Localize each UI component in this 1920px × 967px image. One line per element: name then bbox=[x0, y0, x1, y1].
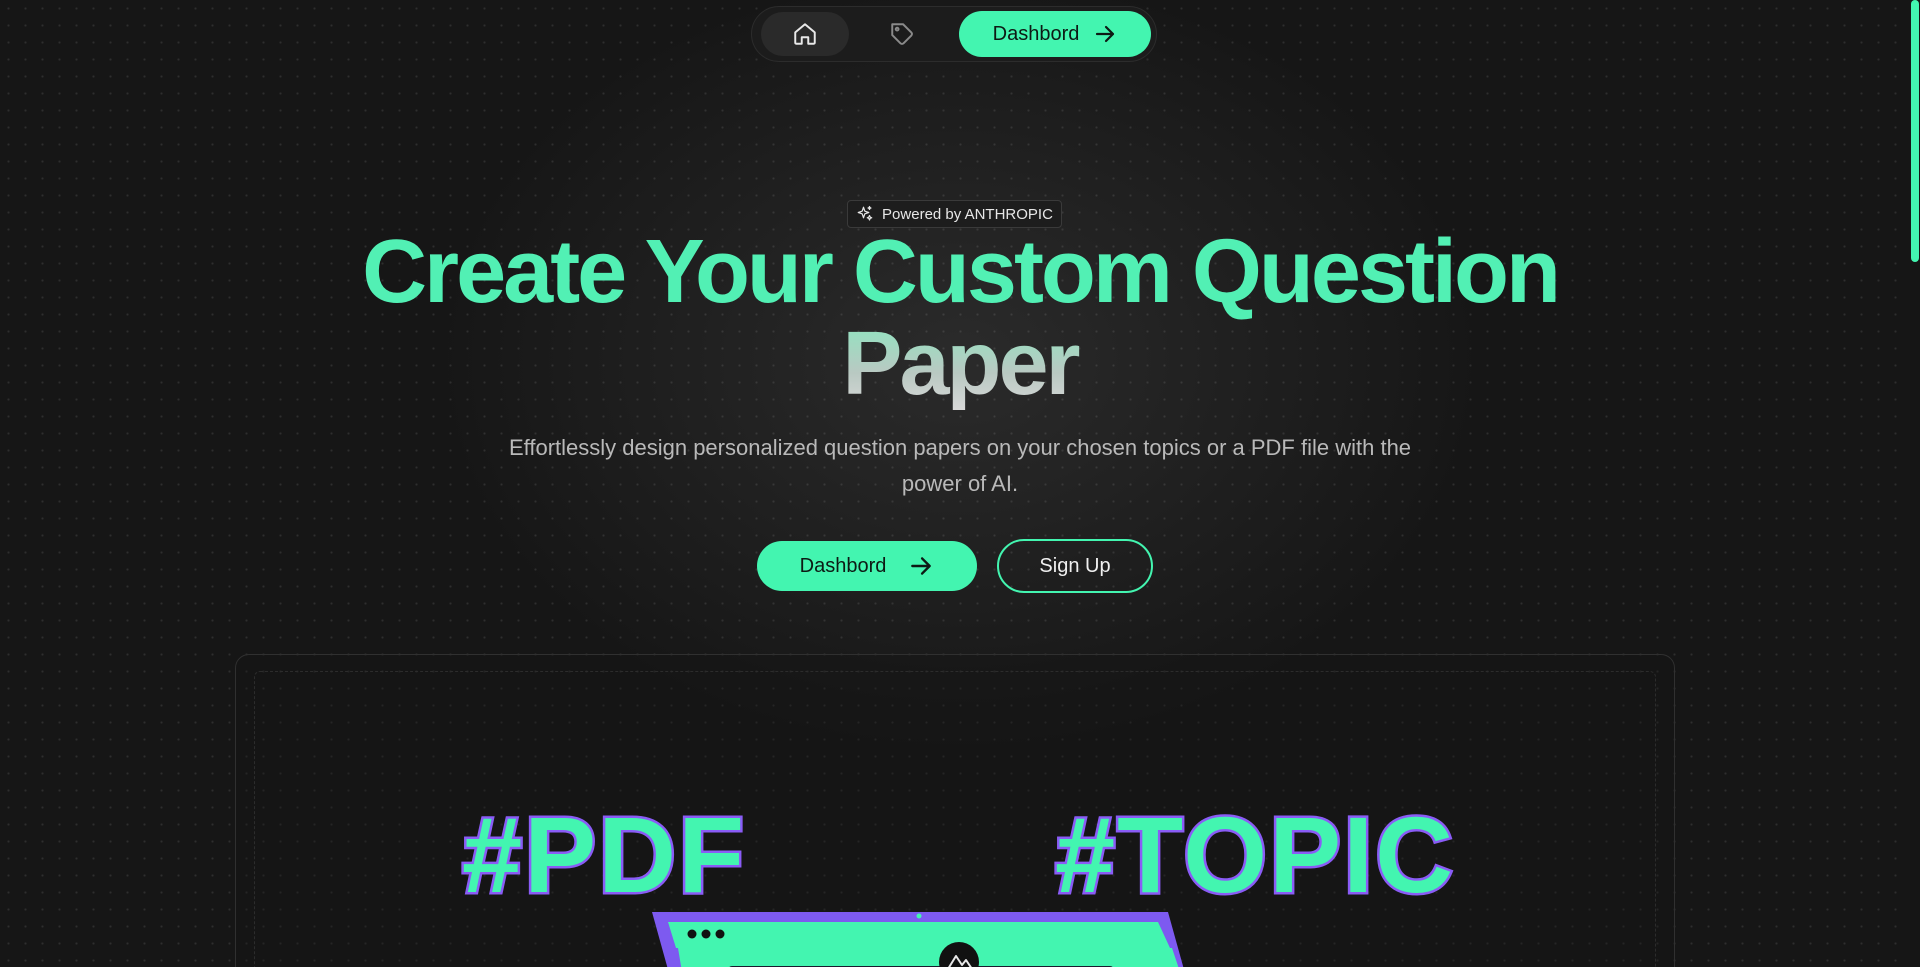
signup-label: Sign Up bbox=[1039, 554, 1111, 577]
signup-button[interactable]: Sign Up bbox=[997, 539, 1153, 593]
hero-dashboard-button[interactable]: Dashbord bbox=[757, 541, 977, 591]
tag-pdf-text: #PDF bbox=[459, 794, 747, 915]
badge-text: Powered by ANTHROPIC bbox=[882, 205, 1053, 223]
sparkles-icon bbox=[857, 205, 873, 221]
laptop-illustration bbox=[652, 912, 1184, 967]
home-icon bbox=[794, 23, 816, 45]
hero-title-line2: Paper bbox=[0, 318, 1920, 410]
hero-title: Create Your Custom Question Paper bbox=[0, 226, 1920, 410]
arrow-right-icon bbox=[1096, 25, 1115, 43]
hero-dashboard-label: Dashbord bbox=[799, 554, 887, 577]
hero-subtitle: Effortlessly design personalized questio… bbox=[508, 435, 1412, 496]
nav-dashboard-label: Dashbord bbox=[992, 22, 1080, 45]
tag-topic-text: #TOPIC bbox=[1052, 794, 1456, 915]
hero-title-line1: Create Your Custom Question bbox=[362, 222, 1561, 322]
landing-page: Dashbord Powered by ANTHROPIC Create You… bbox=[0, 0, 1920, 967]
page-scrollbar[interactable] bbox=[1910, 0, 1920, 967]
nav-home-button[interactable] bbox=[761, 12, 849, 56]
nav-tag-button[interactable] bbox=[857, 12, 947, 56]
top-nav: Dashbord bbox=[751, 6, 1157, 62]
arrow-right-icon bbox=[911, 557, 932, 575]
tag-icon bbox=[891, 23, 913, 45]
scrollbar-thumb[interactable] bbox=[1911, 0, 1919, 262]
nav-dashboard-button[interactable]: Dashbord bbox=[959, 11, 1151, 57]
